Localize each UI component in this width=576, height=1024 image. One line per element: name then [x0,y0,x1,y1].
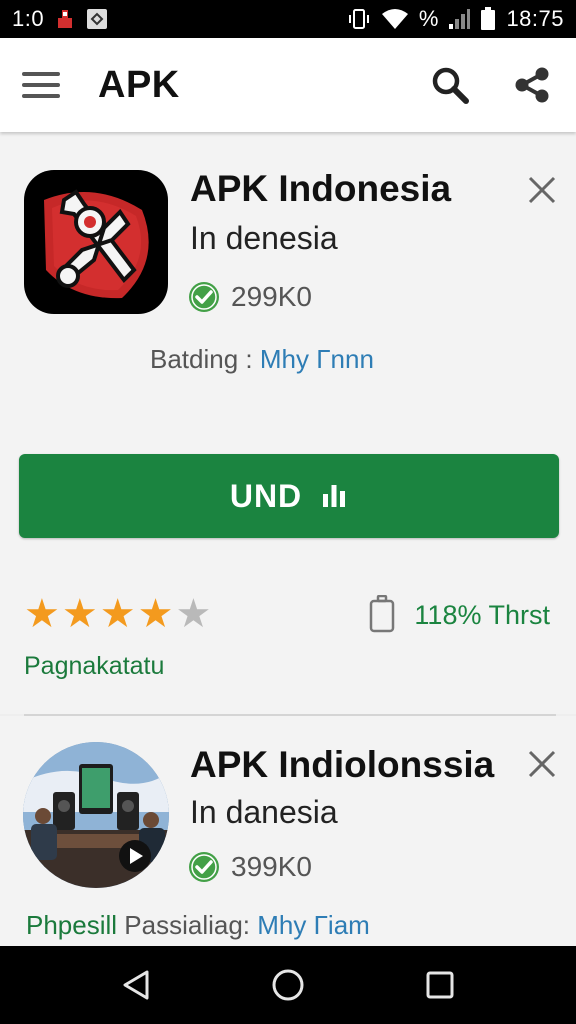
app-icon-tools[interactable] [24,170,168,314]
dismiss-button-2[interactable] [522,744,562,784]
app-bar: APK [0,38,576,132]
install-button-label: UND [229,477,303,514]
install-button[interactable]: UND [19,454,559,538]
app-subtitle-1: In denesia [190,220,338,256]
app-icon-studio[interactable] [23,742,169,888]
recents-icon [426,971,454,999]
app-card-2[interactable]: APK Indiolonssia In danesia 399K0 Phpesi… [0,716,576,946]
app-title: APK [98,63,180,106]
downloads-row-2: 399K0 [187,850,312,884]
developer-label-2a: Phpesill [26,910,118,940]
menu-button[interactable] [22,63,66,107]
install-icon [323,485,346,507]
notification-icon [56,8,74,30]
star-filled-icon: ★ [24,592,60,636]
back-button[interactable] [106,955,166,1015]
close-icon [528,176,556,204]
downloads-row-1: 299K0 [187,280,312,314]
developer-link-1[interactable]: Mhy Γnnn [260,344,374,374]
search-button[interactable] [428,63,472,107]
developer-line-1: Batding : Mhy Γnnn [150,344,374,375]
status-bar: 1:0 % 18:75 [0,0,576,38]
home-button[interactable] [258,955,318,1015]
developer-line-2: Phpesill Passialiag: Mhy Γiam [26,910,370,941]
share-icon [515,67,549,103]
search-icon [432,67,469,104]
downloads-count-2: 399K0 [231,851,312,882]
rating-stars: ★ ★ ★ ★ ★ [24,594,211,634]
navigation-bar [0,946,576,1024]
back-icon [123,970,149,1000]
verified-icon [189,852,219,882]
developer-label-1: Batding : [150,344,253,374]
status-left-time: 1:0 [12,6,45,31]
recents-button[interactable] [410,955,470,1015]
close-icon [528,750,556,778]
wifi-icon [381,8,409,30]
battery-icon [370,595,395,633]
app-subtitle-2: In danesia [190,794,338,830]
share-button[interactable] [510,63,554,107]
signal-icon [448,8,471,30]
developer-label-2b: Passialiag: [124,910,251,940]
data-percent-icon: % [418,6,439,31]
star-filled-icon: ★ [137,592,174,636]
app-title-1[interactable]: APK Indonesia [190,168,451,210]
photo-notification-icon [86,8,108,30]
size-text: 118% Thrst [414,599,550,630]
developer-link-2[interactable]: Mhy Γiam [257,910,370,940]
star-filled-icon: ★ [99,592,136,636]
app-card-1[interactable]: APK Indonesia In denesia 299K0 Batding :… [0,132,576,714]
downloads-count-1: 299K0 [231,281,312,312]
verified-icon [189,282,219,312]
size-info: 118% Thrst [368,595,550,635]
vibrate-icon [347,7,371,31]
star-filled-icon: ★ [61,592,98,636]
status-right-time: 18:75 [506,6,564,31]
dismiss-button-1[interactable] [522,170,562,210]
category-label[interactable]: Pagnakatatu [24,652,164,681]
star-empty-icon: ★ [175,592,212,636]
battery-status-icon [480,7,496,31]
app-title-2[interactable]: APK Indiolonssia [190,744,494,786]
menu-icon [22,72,60,76]
home-icon [272,969,304,1001]
